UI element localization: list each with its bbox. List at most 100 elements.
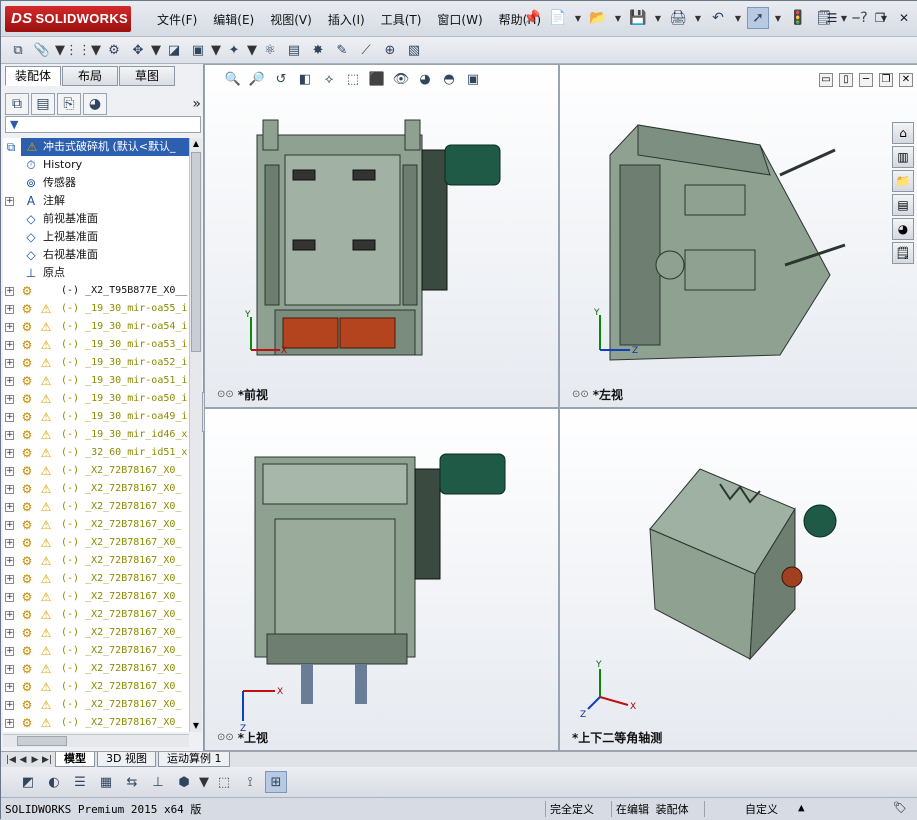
exploded-view-icon[interactable]: ✸ bbox=[307, 39, 329, 61]
expand-icon[interactable]: + bbox=[5, 287, 14, 296]
clearance-verification-icon[interactable]: ⊕ bbox=[379, 39, 401, 61]
print-icon[interactable]: 🖨 bbox=[667, 7, 689, 29]
expand-icon[interactable]: + bbox=[5, 647, 14, 656]
dynamic-annotation-icon[interactable]: ⟡ bbox=[319, 69, 339, 89]
expand-icon[interactable]: + bbox=[5, 431, 14, 440]
display-manager-icon[interactable]: ◕ bbox=[83, 93, 107, 115]
move-dropdown-icon[interactable]: ▼ bbox=[151, 39, 161, 61]
hscroll-thumb[interactable] bbox=[17, 736, 67, 746]
tree-component[interactable]: + ⚙ ⚠ (-) _19_30_mir-oa53_i bbox=[3, 336, 189, 354]
units-dropdown-icon[interactable]: ▲ bbox=[798, 801, 805, 814]
select-cursor-icon[interactable]: ➚ bbox=[747, 7, 769, 29]
tree-item[interactable]: ◇ 前视基准面 bbox=[3, 210, 189, 228]
tree-component[interactable]: + ⚙ ⚠ (-) _X2_72B78167_X0_ bbox=[3, 642, 189, 660]
print-dropdown-icon[interactable]: ▼ bbox=[693, 7, 703, 29]
mate-dropdown-icon[interactable]: ▼ bbox=[55, 39, 65, 61]
viewport-top[interactable]: X Z ⊙⊙ *上视 bbox=[204, 408, 559, 751]
isometric-icon[interactable]: ⬚ bbox=[213, 771, 235, 793]
file-explorer-icon[interactable]: 📁 bbox=[892, 170, 914, 192]
tree-vertical-scrollbar[interactable]: ▲ ▼ bbox=[189, 138, 202, 732]
refgeom-dropdown-icon[interactable]: ▼ bbox=[247, 39, 257, 61]
expand-icon[interactable]: + bbox=[5, 395, 14, 404]
tree-component[interactable]: + ⚙ ⚠ (-) _X2_72B78167_X0_ bbox=[3, 516, 189, 534]
tree-component[interactable]: + ⚙ ⚠ (-) _X2_72B78167_X0_ bbox=[3, 588, 189, 606]
bill-of-materials-icon[interactable]: ▤ bbox=[283, 39, 305, 61]
restore-icon[interactable]: ❐ bbox=[870, 9, 890, 27]
previous-view-icon[interactable]: ↺ bbox=[271, 69, 291, 89]
link-views-icon[interactable]: ⊙⊙ bbox=[572, 389, 589, 400]
minimize-icon[interactable]: ─ bbox=[846, 9, 866, 27]
expand-icon[interactable]: + bbox=[5, 665, 14, 674]
explode-line-sketch-icon[interactable]: ✎ bbox=[331, 39, 353, 61]
tree-component[interactable]: + ⚙ ⚠ (-) _19_30_mir-oa50_i bbox=[3, 390, 189, 408]
tree-component[interactable]: + ⚙ ⚠ (-) _X2_72B78167_X0_ bbox=[3, 462, 189, 480]
select-dropdown-icon[interactable]: ▼ bbox=[773, 7, 783, 29]
rebuild-status-icon[interactable]: 🏷 bbox=[893, 801, 907, 814]
filter-row[interactable]: ▼ bbox=[5, 116, 201, 133]
view-settings-icon[interactable]: ▣ bbox=[463, 69, 483, 89]
show-hidden-icon[interactable]: ◪ bbox=[163, 39, 185, 61]
property-manager-icon[interactable]: ▤ bbox=[31, 93, 55, 115]
expand-icon[interactable]: + bbox=[5, 341, 14, 350]
apply-scene-icon[interactable]: ◓ bbox=[439, 69, 459, 89]
scroll-up-icon[interactable]: ▲ bbox=[190, 138, 202, 150]
zoom-to-fit-icon[interactable]: 🔍 bbox=[223, 69, 243, 89]
expand-icon[interactable]: + bbox=[5, 323, 14, 332]
status-units[interactable]: 自定义 bbox=[745, 801, 778, 817]
tree-component[interactable]: + ⚙ ⚠ (-) _X2_72B78167_X0_ bbox=[3, 552, 189, 570]
filter-icon[interactable]: ▼ bbox=[10, 118, 18, 131]
rebuild-traffic-light-icon[interactable]: 🚦 bbox=[787, 7, 809, 29]
viewport-left[interactable]: ▭ ▯ ─ ❐ ✕ Y Z ⊙⊙ *左视 bbox=[559, 64, 917, 408]
featuremanager-tree-icon[interactable]: ⧉ bbox=[5, 93, 29, 115]
tree-root-assembly[interactable]: ⧉ ⚠ 冲击式破碎机 (默认<默认_ bbox=[7, 138, 189, 156]
tree-component[interactable]: + ⚙ ⚠ (-) _X2_72B78167_X0_ bbox=[3, 678, 189, 696]
expand-icon[interactable]: + bbox=[5, 449, 14, 458]
more-tabs-icon[interactable]: » bbox=[192, 96, 201, 112]
section-view-icon[interactable]: ◧ bbox=[295, 69, 315, 89]
new-file-icon[interactable]: 📄 bbox=[547, 7, 569, 29]
save-icon[interactable]: 💾 bbox=[627, 7, 649, 29]
tree-component[interactable]: + ⚙ ⚠ (-) _X2_72B78167_X0_ bbox=[3, 534, 189, 552]
tree-component[interactable]: + ⚙ ⚠ (-) _19_30_mir-oa49_i bbox=[3, 408, 189, 426]
view-palette-icon[interactable]: ▤ bbox=[892, 194, 914, 216]
tree-component[interactable]: + ⚙ ⚠ (-) _19_30_mir-oa55_i bbox=[3, 300, 189, 318]
tree-component[interactable]: + ⚙ ⚠ (-) _19_30_mir-oa52_i bbox=[3, 354, 189, 372]
menu-edit[interactable]: 编辑(E) bbox=[205, 11, 262, 29]
move-component-icon[interactable]: ✥ bbox=[127, 39, 149, 61]
menu-tools[interactable]: 工具(T) bbox=[373, 11, 430, 29]
tree-component[interactable]: + ⚙ ⚠ (-) _19_30_mir_id46_x bbox=[3, 426, 189, 444]
menu-insert[interactable]: 插入(I) bbox=[320, 11, 373, 29]
first-tab-icon[interactable]: |◀ bbox=[5, 755, 17, 765]
tab-model[interactable]: 模型 bbox=[55, 752, 95, 767]
tree-component[interactable]: + ⚙ ⚠ (-) _X2_72B78167_X0_ bbox=[3, 660, 189, 678]
menu-view[interactable]: 视图(V) bbox=[262, 11, 320, 29]
hidden-lines-icon[interactable]: ▦ bbox=[95, 771, 117, 793]
tab-sketch[interactable]: 草图 bbox=[119, 66, 175, 86]
expand-icon[interactable]: + bbox=[5, 413, 14, 422]
graphics-area[interactable]: ‹‹ 🔍 🔎 ↺ ◧ ⟡ ⬚ ⬛ 👁 ◕ ◓ ▣ bbox=[202, 64, 917, 751]
expand-icon[interactable]: + bbox=[5, 305, 14, 314]
expand-icon[interactable]: + bbox=[5, 719, 14, 728]
tree-component[interactable]: + ⚙ (-) _X2_T95B877E_X0__ 20 bbox=[3, 282, 189, 300]
expand-icon[interactable]: + bbox=[5, 593, 14, 602]
menu-window[interactable]: 窗口(W) bbox=[429, 11, 490, 29]
smart-fasteners-icon[interactable]: ⚙ bbox=[103, 39, 125, 61]
link-views-icon[interactable]: ⊙⊙ bbox=[217, 732, 234, 743]
zoom-to-area-icon[interactable]: 🔎 bbox=[247, 69, 267, 89]
orient-dropdown-icon[interactable]: ▼ bbox=[199, 771, 209, 793]
expand-icon[interactable]: + bbox=[5, 467, 14, 476]
edit-appearance-icon[interactable]: ◕ bbox=[415, 69, 435, 89]
expand-icon[interactable]: + bbox=[5, 539, 14, 548]
tree-item[interactable]: ⊥ 原点 bbox=[3, 264, 189, 282]
tree-component[interactable]: + ⚙ ⚠ (-) _X2_72B78167_X0_ bbox=[3, 570, 189, 588]
sketch-relations-icon[interactable]: ⊥ bbox=[147, 771, 169, 793]
expand-icon[interactable]: + bbox=[5, 701, 14, 710]
expand-icon[interactable]: + bbox=[5, 575, 14, 584]
tree-item[interactable]: ◇ 右视基准面 bbox=[3, 246, 189, 264]
tree-component[interactable]: + ⚙ ⚠ (-) _X2_72B78167_X0_ bbox=[3, 606, 189, 624]
new-dropdown-icon[interactable]: ▼ bbox=[573, 7, 583, 29]
mate-icon[interactable]: 📎 bbox=[31, 39, 53, 61]
normal-to-icon[interactable]: ⟟ bbox=[239, 771, 261, 793]
pattern-dropdown-icon[interactable]: ▼ bbox=[91, 39, 101, 61]
tab-assembly[interactable]: 装配体 bbox=[5, 66, 61, 86]
